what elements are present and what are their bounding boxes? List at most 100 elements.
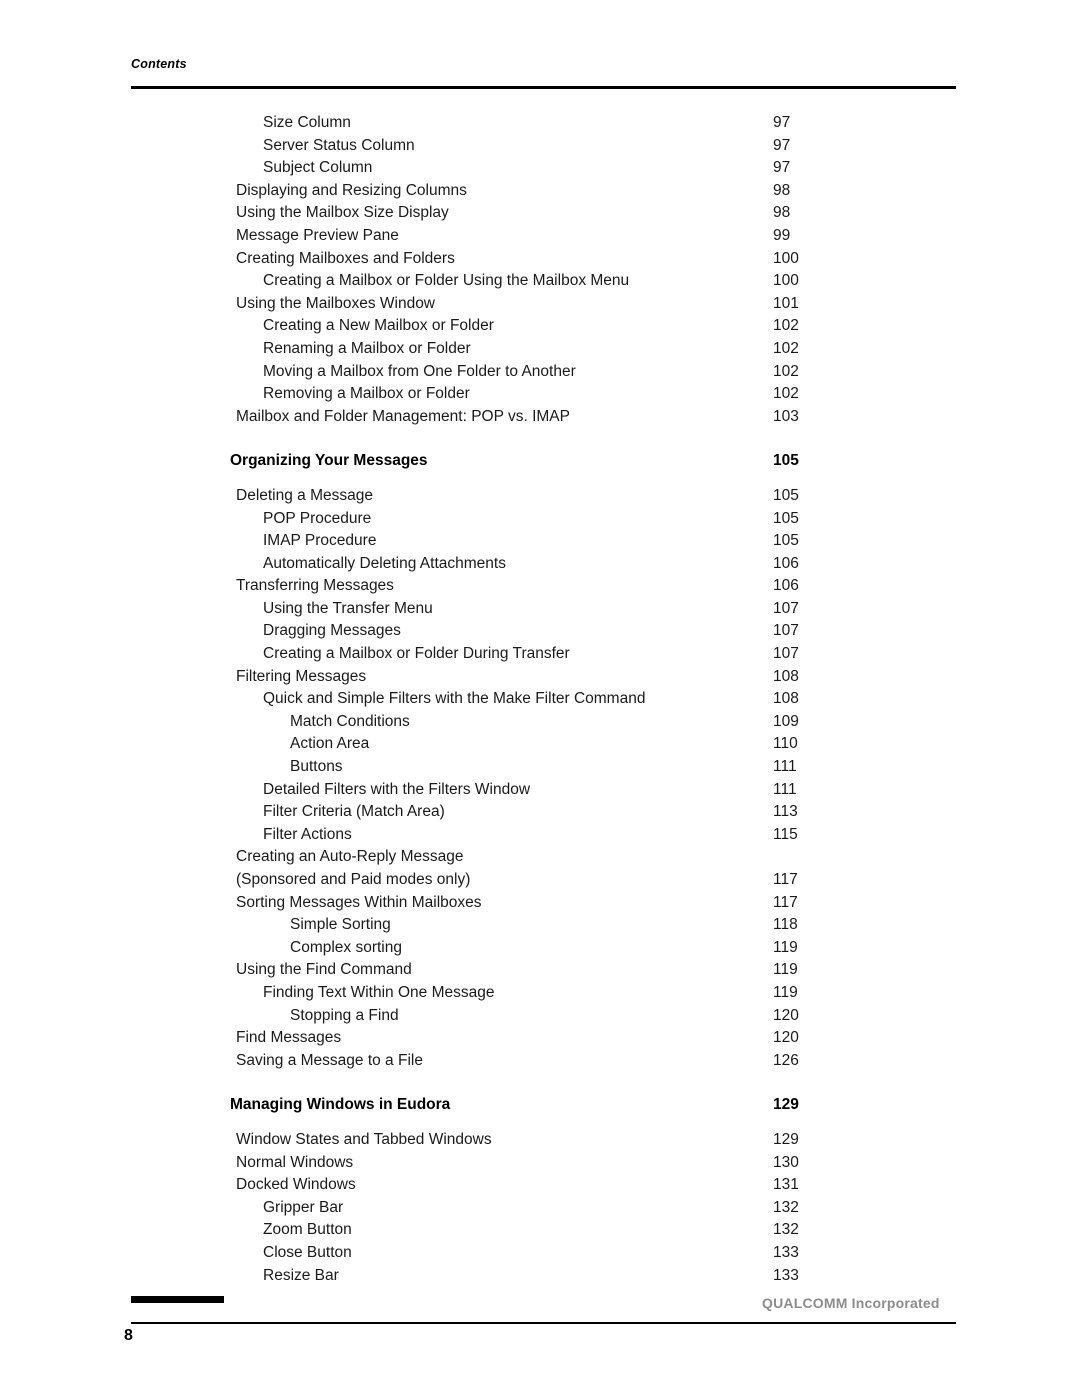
toc-entry-row[interactable]: Creating Mailboxes and Folders 100 xyxy=(0,248,1080,271)
toc-entry-title: Creating a Mailbox or Folder During Tran… xyxy=(263,645,570,663)
toc-entry-title: Resize Bar xyxy=(263,1266,339,1284)
toc-entry-title: Docked Windows xyxy=(236,1176,356,1194)
toc-entry-row[interactable]: Renaming a Mailbox or Folder 102 xyxy=(0,338,1080,361)
toc-entry-row[interactable]: Close Button 133 xyxy=(0,1242,1080,1265)
toc-entry-title: Mailbox and Folder Management: POP vs. I… xyxy=(236,407,570,425)
toc-entry-row[interactable]: Message Preview Pane 99 xyxy=(0,225,1080,248)
toc-entry-title: POP Procedure xyxy=(263,509,372,527)
toc-entry-title: Using the Transfer Menu xyxy=(263,599,433,617)
toc-entry-title: Using the Mailboxes Window xyxy=(236,294,436,312)
toc-section-row[interactable]: Managing Windows in Eudora 129 xyxy=(0,1094,1080,1117)
toc-entry-row[interactable]: Filter Actions 115 xyxy=(0,824,1080,847)
toc-entry-row[interactable]: Dragging Messages 107 xyxy=(0,620,1080,643)
toc-entry-title: Finding Text Within One Message xyxy=(263,983,495,1001)
toc-entry-row[interactable]: Saving a Message to a File 126 xyxy=(0,1050,1080,1073)
toc-entry-row[interactable]: Moving a Mailbox from One Folder to Anot… xyxy=(0,361,1080,384)
toc-entry-row[interactable]: Simple Sorting 118 xyxy=(0,914,1080,937)
toc-entry-page-number: 107 xyxy=(773,645,799,663)
toc-entry-row[interactable]: Size Column 97 xyxy=(0,112,1080,135)
toc-entry-title: Stopping a Find xyxy=(290,1006,399,1024)
toc-entry-row[interactable]: Action Area 110 xyxy=(0,733,1080,756)
toc-entry-page-number: 105 xyxy=(773,532,799,550)
toc-entry-title: Automatically Deleting Attachments xyxy=(263,554,506,572)
toc-entry-title: Deleting a Message xyxy=(236,486,373,504)
toc-entry-page-number: 133 xyxy=(773,1243,799,1261)
toc-entry-row[interactable]: Subject Column 97 xyxy=(0,157,1080,180)
toc-entry-row[interactable]: Removing a Mailbox or Folder 102 xyxy=(0,383,1080,406)
toc-entry-row[interactable]: Creating a Mailbox or Folder During Tran… xyxy=(0,643,1080,666)
toc-entry-row[interactable]: Creating a New Mailbox or Folder 102 xyxy=(0,315,1080,338)
toc-entry-title: Match Conditions xyxy=(290,712,410,730)
toc-entry-title: Managing Windows in Eudora xyxy=(230,1096,451,1114)
footer-page-number: 8 xyxy=(124,1327,133,1344)
toc-entry-page-number: 111 xyxy=(773,780,797,798)
footer-divider xyxy=(131,1322,956,1324)
toc-entry-row[interactable]: Using the Mailboxes Window 101 xyxy=(0,293,1080,316)
toc-entry-row[interactable]: Mailbox and Folder Management: POP vs. I… xyxy=(0,406,1080,429)
toc-entry-page-number: 120 xyxy=(773,1029,799,1047)
toc-entry-row[interactable]: Creating an Auto-Reply Message xyxy=(0,846,1080,869)
toc-entry-page-number: 132 xyxy=(773,1198,799,1216)
toc-entry-title: Complex sorting xyxy=(290,938,402,956)
toc-entry-row[interactable]: Match Conditions 109 xyxy=(0,711,1080,734)
toc-entry-page-number: 107 xyxy=(773,599,799,617)
toc-entry-page-number: 100 xyxy=(773,249,799,267)
toc-entry-row[interactable]: Zoom Button 132 xyxy=(0,1219,1080,1242)
toc-entry-row[interactable]: Find Messages 120 xyxy=(0,1027,1080,1050)
toc-entry-row[interactable]: Transferring Messages 106 xyxy=(0,575,1080,598)
toc-entry-row[interactable]: Docked Windows 131 xyxy=(0,1174,1080,1197)
toc-entry-row[interactable]: Finding Text Within One Message 119 xyxy=(0,982,1080,1005)
toc-entry-row[interactable]: Quick and Simple Filters with the Make F… xyxy=(0,688,1080,711)
toc-entry-title: Removing a Mailbox or Folder xyxy=(263,385,470,403)
toc-entry-title: Transferring Messages xyxy=(236,577,394,595)
toc-entry-title: Simple Sorting xyxy=(290,916,391,934)
toc-entry-row[interactable]: Complex sorting 119 xyxy=(0,937,1080,960)
toc-entry-title: Close Button xyxy=(263,1243,352,1261)
toc-entry-row[interactable]: POP Procedure 105 xyxy=(0,508,1080,531)
toc-entry-row[interactable]: Server Status Column 97 xyxy=(0,135,1080,158)
toc-entry-page-number: 109 xyxy=(773,712,799,730)
toc-entry-page-number: 105 xyxy=(773,509,799,527)
toc-entry-row[interactable]: Detailed Filters with the Filters Window… xyxy=(0,779,1080,802)
toc-entry-page-number: 111 xyxy=(773,758,797,776)
page-header: Contents xyxy=(131,55,956,73)
toc-entry-title: Dragging Messages xyxy=(263,622,401,640)
toc-entry-page-number: 126 xyxy=(773,1051,799,1069)
toc-entry-title: Using the Mailbox Size Display xyxy=(236,204,449,222)
toc-entry-page-number: 103 xyxy=(773,407,799,425)
toc-entry-page-number: 102 xyxy=(773,362,799,380)
toc-entry-row[interactable]: Filter Criteria (Match Area) 113 xyxy=(0,801,1080,824)
toc-entry-row[interactable]: Deleting a Message 105 xyxy=(0,485,1080,508)
toc-entry-page-number: 97 xyxy=(773,136,791,154)
toc-entry-page-number: 98 xyxy=(773,204,791,222)
toc-entry-row[interactable]: Using the Find Command 119 xyxy=(0,959,1080,982)
toc-entry-title: Subject Column xyxy=(263,159,373,177)
footer-accent-rule xyxy=(131,1296,224,1303)
toc-entry-page-number: 117 xyxy=(773,893,798,911)
toc-entry-row[interactable]: Window States and Tabbed Windows 129 xyxy=(0,1129,1080,1152)
toc-entry-row[interactable]: (Sponsored and Paid modes only) 117 xyxy=(0,869,1080,892)
toc-entry-title: Creating Mailboxes and Folders xyxy=(236,249,455,267)
toc-entry-row[interactable]: Using the Transfer Menu 107 xyxy=(0,598,1080,621)
toc-entry-row[interactable]: Using the Mailbox Size Display 98 xyxy=(0,202,1080,225)
toc-entry-page-number: 102 xyxy=(773,317,799,335)
toc-entry-page-number: 99 xyxy=(773,226,791,244)
toc-entry-title: Moving a Mailbox from One Folder to Anot… xyxy=(263,362,576,380)
toc-section-row[interactable]: Organizing Your Messages 105 xyxy=(0,450,1080,473)
toc-entry-page-number: 119 xyxy=(773,983,798,1001)
toc-entry-row[interactable]: Displaying and Resizing Columns 98 xyxy=(0,180,1080,203)
toc-entry-page-number: 107 xyxy=(773,622,799,640)
toc-entry-row[interactable]: Automatically Deleting Attachments 106 xyxy=(0,553,1080,576)
toc-entry-row[interactable]: Stopping a Find 120 xyxy=(0,1005,1080,1028)
toc-entry-row[interactable]: Buttons 111 xyxy=(0,756,1080,779)
toc-entry-title: Filter Criteria (Match Area) xyxy=(263,803,445,821)
toc-entry-row[interactable]: Filtering Messages 108 xyxy=(0,666,1080,689)
toc-entry-row[interactable]: Resize Bar 133 xyxy=(0,1265,1080,1288)
toc-entry-row[interactable]: Gripper Bar 132 xyxy=(0,1197,1080,1220)
header-divider xyxy=(131,86,956,89)
toc-entry-row[interactable]: Normal Windows 130 xyxy=(0,1152,1080,1175)
toc-entry-row[interactable]: Sorting Messages Within Mailboxes 117 xyxy=(0,892,1080,915)
toc-entry-row[interactable]: IMAP Procedure 105 xyxy=(0,530,1080,553)
toc-entry-title: Message Preview Pane xyxy=(236,226,399,244)
toc-entry-row[interactable]: Creating a Mailbox or Folder Using the M… xyxy=(0,270,1080,293)
